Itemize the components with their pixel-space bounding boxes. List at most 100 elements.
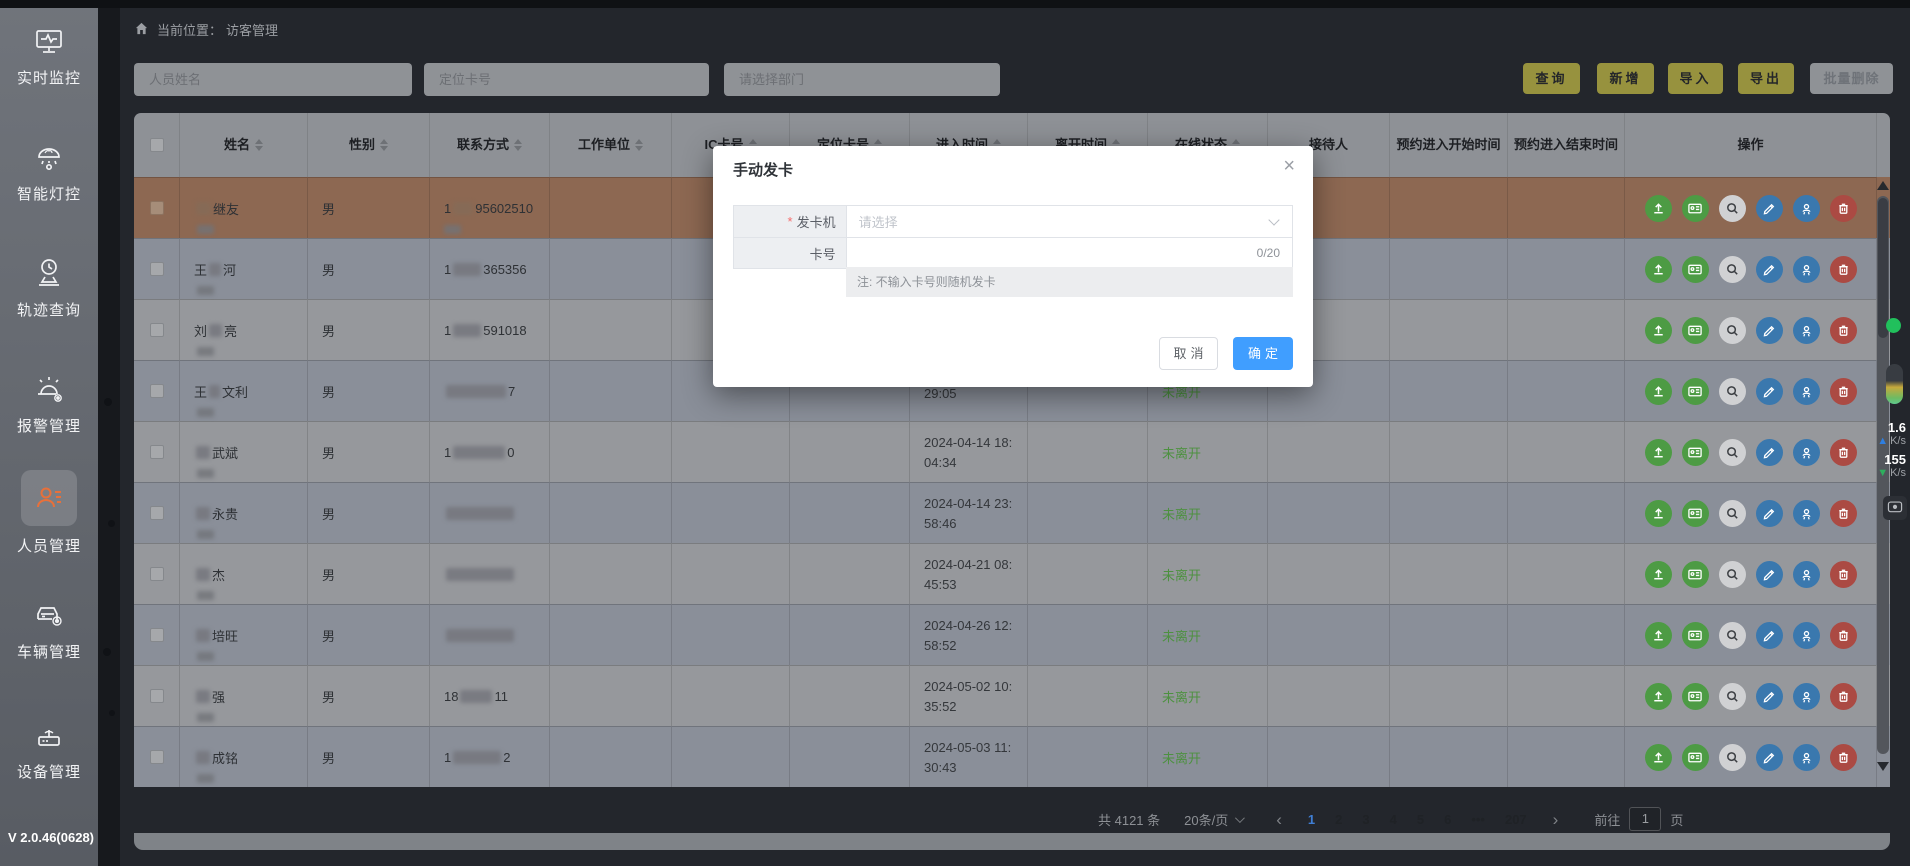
- sidebar-item-person-mgmt[interactable]: 人员管理: [0, 470, 98, 556]
- row-action-return-card-button[interactable]: [1682, 622, 1709, 649]
- select-all-checkbox[interactable]: [150, 138, 164, 152]
- sidebar-item-smart-light[interactable]: 智能灯控: [0, 140, 98, 204]
- row-action-track-person-button[interactable]: [1793, 744, 1820, 771]
- header-cell-workunit[interactable]: 工作单位: [550, 113, 672, 177]
- row-action-edit-button[interactable]: [1756, 439, 1783, 466]
- row-action-delete-button[interactable]: [1830, 439, 1857, 466]
- row-action-issue-card-button[interactable]: [1645, 561, 1672, 588]
- header-cell-gender[interactable]: 性别: [308, 113, 430, 177]
- row-checkbox[interactable]: [150, 628, 164, 642]
- add-button[interactable]: 新增: [1597, 63, 1654, 94]
- sort-caret-icon[interactable]: [514, 139, 522, 151]
- screenshot-camera-widget[interactable]: [1883, 496, 1907, 520]
- row-action-edit-button[interactable]: [1756, 561, 1783, 588]
- scroll-up-icon[interactable]: [1877, 181, 1889, 190]
- row-action-return-card-button[interactable]: [1682, 561, 1709, 588]
- row-action-track-person-button[interactable]: [1793, 683, 1820, 710]
- row-action-track-person-button[interactable]: [1793, 256, 1820, 283]
- page-size-select[interactable]: 20条/页: [1184, 810, 1228, 829]
- page-number-5[interactable]: 5: [1407, 812, 1434, 827]
- row-action-view-button[interactable]: [1719, 195, 1746, 222]
- table-row[interactable]: 永贵男2024-04-14 23:58:46未离开: [134, 482, 1890, 543]
- row-action-view-button[interactable]: [1719, 256, 1746, 283]
- row-action-return-card-button[interactable]: [1682, 378, 1709, 405]
- page-number-1[interactable]: 1: [1298, 812, 1325, 827]
- row-action-delete-button[interactable]: [1830, 622, 1857, 649]
- row-action-delete-button[interactable]: [1830, 378, 1857, 405]
- page-ellipsis[interactable]: •••: [1461, 812, 1495, 827]
- row-action-issue-card-button[interactable]: [1645, 439, 1672, 466]
- row-action-edit-button[interactable]: [1756, 256, 1783, 283]
- department-select[interactable]: 请选择部门: [724, 63, 1000, 96]
- row-action-view-button[interactable]: [1719, 317, 1746, 344]
- scrollbar-thumb[interactable]: [1878, 198, 1888, 338]
- row-action-return-card-button[interactable]: [1682, 683, 1709, 710]
- row-checkbox[interactable]: [150, 445, 164, 459]
- sidebar-item-alarm-mgmt[interactable]: 报警管理: [0, 372, 98, 436]
- row-action-issue-card-button[interactable]: [1645, 317, 1672, 344]
- row-action-view-button[interactable]: [1719, 744, 1746, 771]
- row-action-delete-button[interactable]: [1830, 744, 1857, 771]
- prev-page-button[interactable]: ‹: [1268, 811, 1290, 828]
- table-row[interactable]: 武斌男102024-04-14 18:04:34未离开: [134, 421, 1890, 482]
- row-action-issue-card-button[interactable]: [1645, 744, 1672, 771]
- row-checkbox[interactable]: [150, 262, 164, 276]
- row-action-return-card-button[interactable]: [1682, 744, 1709, 771]
- row-action-edit-button[interactable]: [1756, 744, 1783, 771]
- row-action-edit-button[interactable]: [1756, 195, 1783, 222]
- row-checkbox[interactable]: [150, 506, 164, 520]
- table-row[interactable]: 强男18112024-05-02 10:35:52未离开: [134, 665, 1890, 726]
- row-action-return-card-button[interactable]: [1682, 195, 1709, 222]
- row-action-delete-button[interactable]: [1830, 195, 1857, 222]
- row-checkbox[interactable]: [150, 201, 164, 215]
- card-number-input[interactable]: 0/20: [847, 238, 1292, 268]
- goto-page-input[interactable]: 1: [1629, 807, 1661, 831]
- sidebar-item-device-mgmt[interactable]: 设备管理: [0, 720, 98, 782]
- row-action-delete-button[interactable]: [1830, 500, 1857, 527]
- sort-caret-icon[interactable]: [635, 139, 643, 151]
- row-action-return-card-button[interactable]: [1682, 317, 1709, 344]
- row-action-view-button[interactable]: [1719, 439, 1746, 466]
- row-action-delete-button[interactable]: [1830, 683, 1857, 710]
- row-action-issue-card-button[interactable]: [1645, 622, 1672, 649]
- row-checkbox[interactable]: [150, 323, 164, 337]
- row-action-view-button[interactable]: [1719, 622, 1746, 649]
- row-action-delete-button[interactable]: [1830, 317, 1857, 344]
- row-action-view-button[interactable]: [1719, 561, 1746, 588]
- row-action-issue-card-button[interactable]: [1645, 195, 1672, 222]
- row-checkbox[interactable]: [150, 567, 164, 581]
- row-action-return-card-button[interactable]: [1682, 256, 1709, 283]
- row-action-delete-button[interactable]: [1830, 561, 1857, 588]
- row-action-return-card-button[interactable]: [1682, 500, 1709, 527]
- row-action-track-person-button[interactable]: [1793, 195, 1820, 222]
- name-search-input[interactable]: 人员姓名: [134, 63, 412, 96]
- table-row[interactable]: 杰男2024-04-21 08:45:53未离开: [134, 543, 1890, 604]
- row-action-issue-card-button[interactable]: [1645, 256, 1672, 283]
- table-row[interactable]: 成铭男122024-05-03 11:30:43未离开: [134, 726, 1890, 787]
- row-action-view-button[interactable]: [1719, 683, 1746, 710]
- table-row[interactable]: 培旺男2024-04-26 12:58:52未离开: [134, 604, 1890, 665]
- row-action-track-person-button[interactable]: [1793, 561, 1820, 588]
- row-action-edit-button[interactable]: [1756, 622, 1783, 649]
- confirm-button[interactable]: 确定: [1233, 337, 1293, 370]
- header-cell-name[interactable]: 姓名: [180, 113, 308, 177]
- page-number-4[interactable]: 4: [1380, 812, 1407, 827]
- export-button[interactable]: 导出: [1738, 63, 1794, 94]
- search-button[interactable]: 查询: [1523, 63, 1580, 94]
- page-number-6[interactable]: 6: [1434, 812, 1461, 827]
- scroll-down-icon[interactable]: [1877, 762, 1889, 771]
- import-button[interactable]: 导入: [1668, 63, 1723, 94]
- card-machine-select[interactable]: 请选择: [847, 206, 1292, 237]
- page-number-3[interactable]: 3: [1352, 812, 1379, 827]
- sidebar-item-realtime-monitor[interactable]: 实时监控: [0, 26, 98, 88]
- row-checkbox[interactable]: [150, 384, 164, 398]
- row-action-view-button[interactable]: [1719, 378, 1746, 405]
- row-action-delete-button[interactable]: [1830, 256, 1857, 283]
- row-action-issue-card-button[interactable]: [1645, 500, 1672, 527]
- sidebar-item-track-query[interactable]: 轨迹查询: [0, 256, 98, 320]
- sort-caret-icon[interactable]: [255, 139, 263, 151]
- row-action-edit-button[interactable]: [1756, 378, 1783, 405]
- row-action-track-person-button[interactable]: [1793, 317, 1820, 344]
- header-cell-phone[interactable]: 联系方式: [430, 113, 550, 177]
- row-action-return-card-button[interactable]: [1682, 439, 1709, 466]
